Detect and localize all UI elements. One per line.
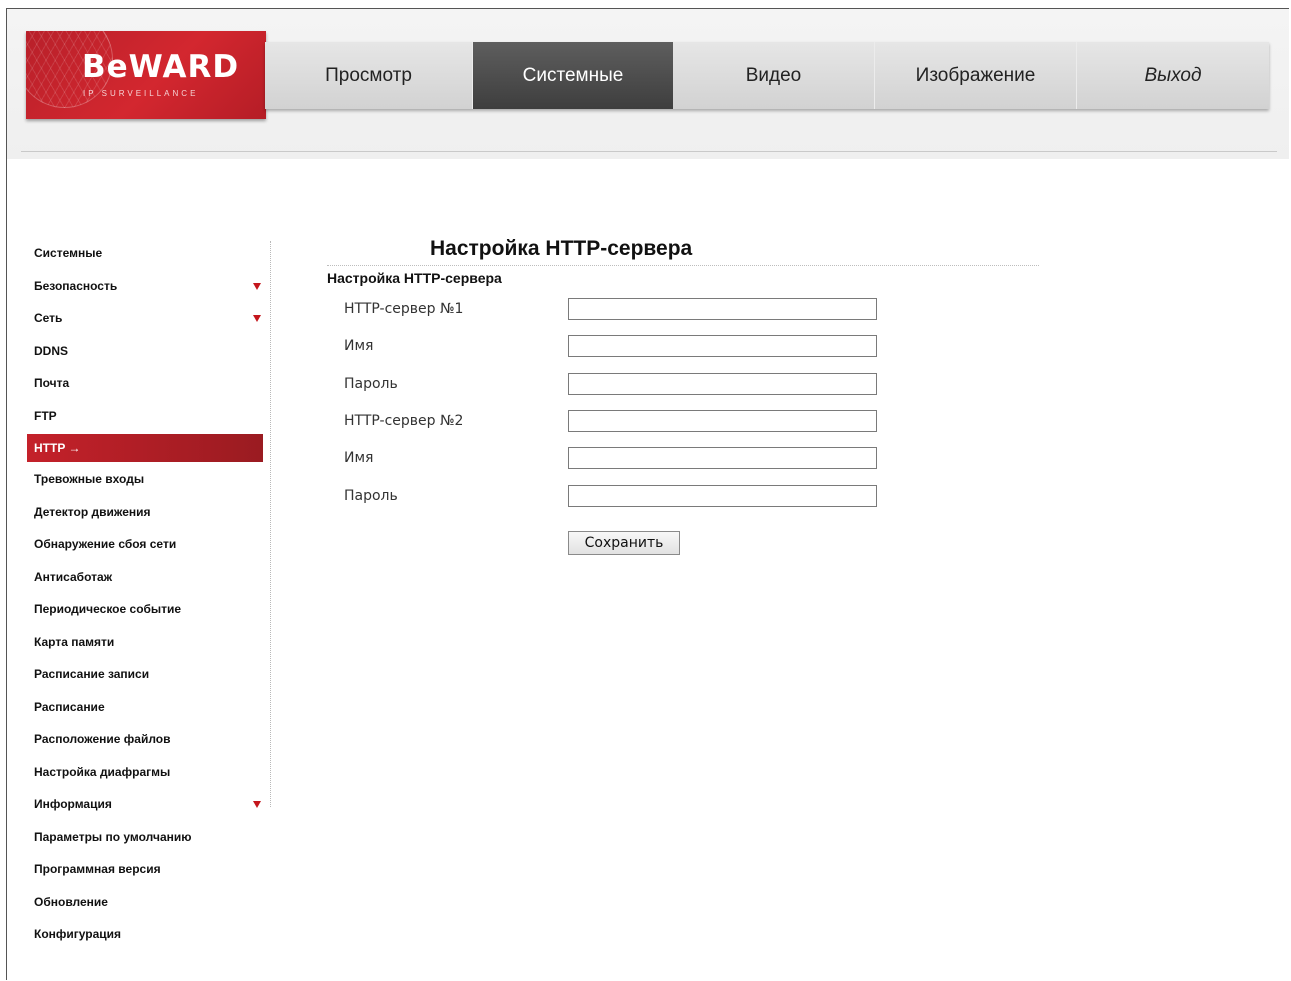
sidebar-item-label: Периодическое событие [34, 602, 182, 616]
sidebar-item-5[interactable]: FTP [27, 403, 263, 436]
server2-label: HTTP-сервер №2 [344, 413, 464, 429]
logo-subtitle: IP SURVEILLANCE [83, 89, 199, 98]
form-row-name2: Имя [327, 447, 1039, 471]
form-row-server2: HTTP-сервер №2 [327, 410, 1039, 434]
name1-input[interactable] [568, 335, 877, 357]
sidebar-item-8[interactable]: Детектор движения [27, 499, 263, 532]
sidebar-item-label: Безопасность [34, 278, 118, 293]
beward-logo[interactable]: BeWARD IP SURVEILLANCE [26, 31, 266, 119]
sidebar-item-3[interactable]: DDNS [27, 338, 263, 371]
sidebar-item-16[interactable]: Настройка диафрагмы [27, 759, 263, 792]
page-title: Настройка HTTP-сервера [430, 237, 693, 260]
sidebar-item-label: Почта [34, 376, 70, 390]
sidebar-item-2[interactable]: Сеть [27, 305, 263, 338]
title-divider [327, 265, 1039, 266]
sidebar-item-label: Настройка диафрагмы [34, 764, 171, 779]
sidebar-item-label: Расписание [34, 699, 105, 714]
server1-input[interactable] [568, 298, 877, 320]
sidebar-item-1[interactable]: Безопасность [27, 273, 263, 306]
sidebar-item-label: Обновление [34, 894, 108, 909]
section-title: Настройка HTTP-сервера [327, 270, 502, 286]
sidebar-item-11[interactable]: Периодическое событие [27, 596, 263, 629]
sidebar-item-label: Сеть [34, 311, 63, 325]
server1-label: HTTP-сервер №1 [344, 301, 464, 317]
nav-system[interactable]: Системные [473, 42, 673, 109]
form-row-password1: Пароль [327, 373, 1039, 397]
sidebar-item-10[interactable]: Антисаботаж [27, 564, 263, 597]
name2-label: Имя [344, 450, 374, 466]
sidebar-item-12[interactable]: Карта памяти [27, 629, 263, 662]
browser-frame: BeWARD IP SURVEILLANCE Просмотр Системны… [6, 8, 1289, 980]
sidebar-item-13[interactable]: Расписание записи [27, 661, 263, 694]
save-button[interactable]: Сохранить [568, 531, 680, 555]
form-row-server1: HTTP-сервер №1 [327, 298, 1039, 322]
sidebar-item-label: Обнаружение сбоя сети [34, 537, 177, 551]
nav-logout[interactable]: Выход [1077, 42, 1269, 109]
form-row-name1: Имя [327, 335, 1039, 359]
submenu-arrow-icon[interactable] [253, 315, 261, 322]
form-row-password2: Пароль [327, 485, 1039, 509]
logo-text: BeWARD [82, 49, 240, 85]
sidebar-item-label: Информация [34, 797, 112, 811]
submenu-arrow-icon[interactable] [253, 282, 261, 290]
submenu-arrow-icon[interactable] [253, 801, 261, 808]
password2-label: Пароль [344, 488, 398, 504]
nav-video[interactable]: Видео [673, 42, 875, 109]
sidebar-item-17[interactable]: Информация [27, 791, 263, 824]
sidebar-item-label: Системные [34, 246, 103, 260]
sidebar-divider [270, 241, 271, 807]
sidebar-item-21[interactable]: Конфигурация [27, 921, 263, 954]
sidebar-item-14[interactable]: Расписание [27, 694, 263, 727]
sidebar-item-label: Расписание записи [34, 667, 150, 681]
sidebar-item-label: Расположение файлов [34, 732, 171, 746]
name2-input[interactable] [568, 447, 877, 469]
password1-input[interactable] [568, 373, 877, 395]
sidebar-item-4[interactable]: Почта [27, 370, 263, 403]
password2-input[interactable] [568, 485, 877, 507]
sidebar-item-7[interactable]: Тревожные входы [27, 466, 263, 499]
sidebar-item-20[interactable]: Обновление [27, 889, 263, 922]
sidebar-item-label: FTP [34, 408, 57, 423]
sidebar-item-0[interactable]: Системные [27, 240, 263, 273]
name1-label: Имя [344, 338, 374, 354]
sidebar-item-19[interactable]: Программная версия [27, 856, 263, 889]
sidebar-item-label: HTTP → [34, 441, 81, 455]
sidebar-item-label: Тревожные входы [34, 472, 145, 486]
sidebar-item-18[interactable]: Параметры по умолчанию [27, 824, 263, 857]
sidebar-item-label: Антисаботаж [34, 569, 113, 584]
sidebar-item-15[interactable]: Расположение файлов [27, 726, 263, 759]
sidebar-item-label: Карта памяти [34, 634, 115, 649]
sidebar-item-6[interactable]: HTTP → [27, 434, 263, 462]
nav-view[interactable]: Просмотр [265, 42, 473, 109]
nav-image[interactable]: Изображение [875, 42, 1077, 109]
sidebar-item-label: Конфигурация [34, 927, 122, 941]
sidebar: Системные Безопасность Сеть DDNS Почта FTP HTT… [27, 240, 263, 954]
top-nav: Просмотр Системные Видео Изображение Вых… [265, 42, 1269, 109]
sidebar-item-label: DDNS [34, 343, 69, 358]
server2-input[interactable] [568, 410, 877, 432]
header-divider [21, 151, 1277, 152]
sidebar-item-label: Параметры по умолчанию [34, 829, 192, 844]
sidebar-item-9[interactable]: Обнаружение сбоя сети [27, 531, 263, 564]
sidebar-item-label: Детектор движения [34, 504, 151, 519]
sidebar-item-label: Программная версия [34, 862, 161, 876]
password1-label: Пароль [344, 376, 398, 392]
